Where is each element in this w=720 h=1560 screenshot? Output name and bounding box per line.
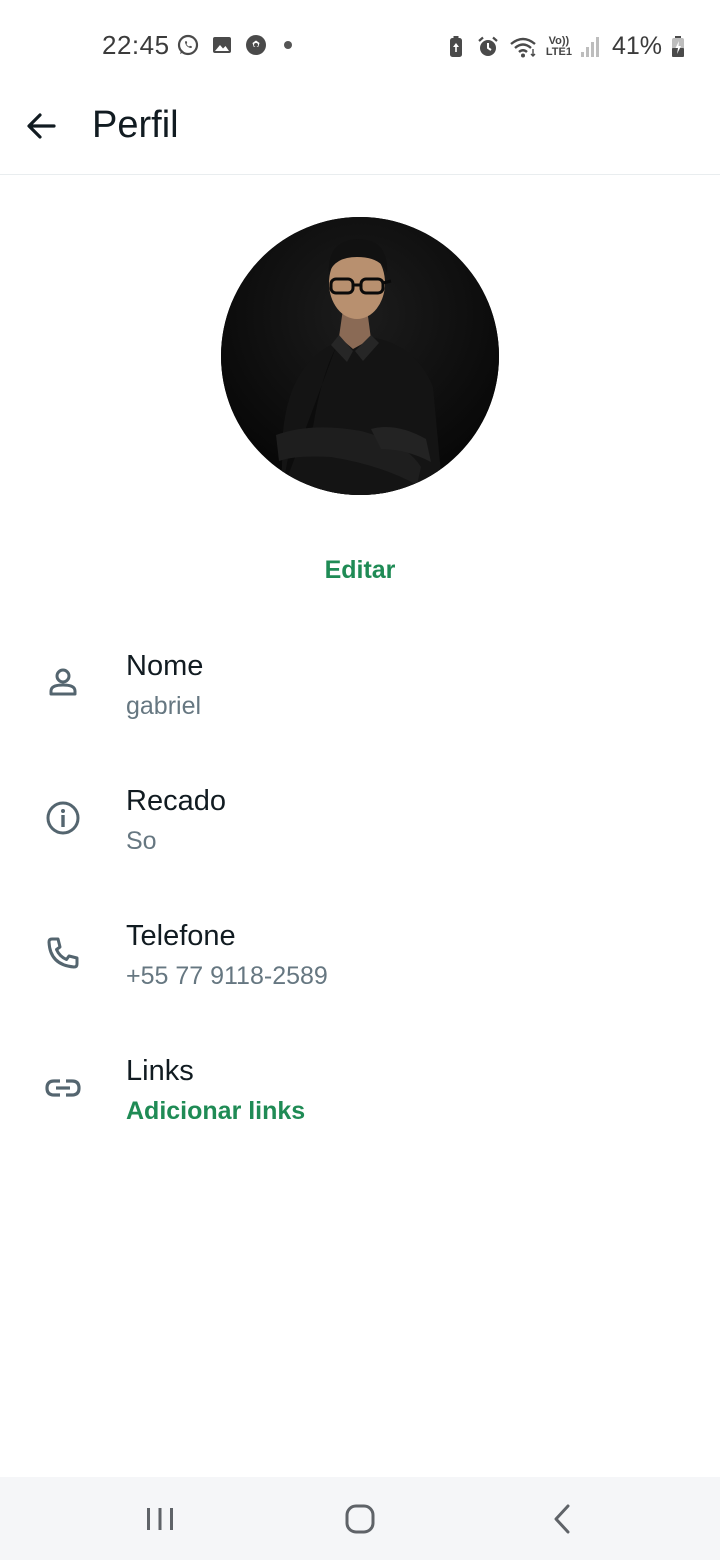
profile-photo-image (221, 217, 499, 495)
volte-icon: Vo)) LTE1 (545, 34, 572, 58)
field-row-links[interactable]: Links Adicionar links (0, 1043, 720, 1143)
wifi-icon (510, 37, 536, 57)
person-icon (49, 668, 77, 696)
page-title: Perfil (92, 104, 179, 146)
battery-saver-icon (449, 35, 462, 57)
battery-icon (672, 35, 684, 57)
status-bar: 22:45 Vo)) LTE1 41% (0, 0, 720, 92)
recent-apps-icon[interactable] (140, 1499, 180, 1539)
link-icon (45, 1079, 81, 1097)
field-value: +55 77 9118-2589 (126, 962, 328, 990)
notification-dot (284, 41, 292, 49)
status-notification-icons (176, 33, 292, 57)
field-value: So (126, 827, 157, 855)
profile-photo[interactable] (221, 217, 499, 495)
field-label: Links (126, 1055, 194, 1087)
info-icon (46, 801, 80, 835)
status-system-icons: Vo)) LTE1 41% (444, 32, 686, 61)
phone-icon (47, 937, 79, 969)
status-time: 22:45 (102, 30, 170, 60)
battery-percentage: 41% (611, 32, 662, 60)
add-links-link[interactable]: Adicionar links (126, 1097, 305, 1126)
field-value: gabriel (126, 692, 202, 720)
home-icon[interactable] (340, 1499, 380, 1539)
gallery-icon (213, 37, 231, 53)
field-label: Telefone (126, 920, 236, 952)
whatsapp-icon (177, 34, 199, 56)
edit-photo-link[interactable]: Editar (0, 556, 720, 585)
soccer-ball-icon (246, 35, 266, 55)
field-label: Recado (126, 785, 226, 817)
field-row-about[interactable]: Recado So (0, 773, 720, 873)
navigation-bar (0, 1477, 720, 1560)
field-row-name[interactable]: Nome gabriel (0, 638, 720, 738)
app-bar: Perfil (0, 92, 720, 175)
back-nav-icon[interactable] (542, 1499, 582, 1539)
field-row-phone[interactable]: Telefone +55 77 9118-2589 (0, 908, 720, 1008)
arrow-back-icon[interactable] (22, 106, 62, 146)
alarm-icon (478, 36, 498, 56)
signal-icon (580, 36, 599, 57)
field-label: Nome (126, 650, 204, 682)
